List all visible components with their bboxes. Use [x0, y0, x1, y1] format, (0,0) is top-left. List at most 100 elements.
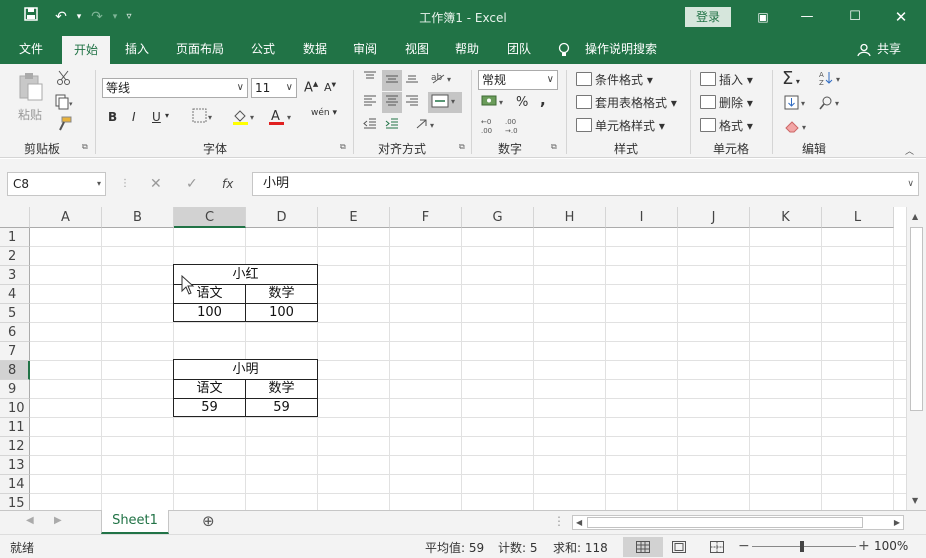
underline-button[interactable]: U [152, 110, 161, 124]
cell-c9[interactable]: 语文 [174, 379, 245, 398]
row-header-13[interactable]: 13 [0, 456, 30, 475]
fill-icon[interactable]: ▾ [784, 95, 810, 114]
column-header-l[interactable]: L [822, 207, 894, 228]
copy-icon[interactable]: ▾ [54, 94, 74, 113]
orientation-icon[interactable]: ab ▾ [430, 70, 456, 89]
wrap-text-icon[interactable]: ▾ [414, 116, 440, 135]
column-header-g[interactable]: G [462, 207, 534, 228]
row-header-12[interactable]: 12 [0, 437, 30, 456]
grow-font-button[interactable]: A▲ [304, 80, 318, 95]
column-header-a[interactable]: A [30, 207, 102, 228]
cell-c3-title[interactable]: 小红 [174, 265, 317, 284]
column-header-f[interactable]: F [390, 207, 462, 228]
accounting-format-icon[interactable]: ▾ [481, 94, 509, 113]
tab-file[interactable]: 文件 [10, 34, 52, 64]
column-header-e[interactable]: E [318, 207, 390, 228]
clear-icon[interactable]: ▾ [784, 118, 812, 137]
decrease-indent-icon[interactable] [362, 117, 378, 134]
tab-home[interactable]: 开始 [62, 36, 110, 64]
zoom-out-icon[interactable]: − [738, 538, 750, 554]
row-header-14[interactable]: 14 [0, 475, 30, 494]
zoom-in-icon[interactable]: + [858, 538, 870, 554]
tab-formulas[interactable]: 公式 [242, 34, 284, 64]
row-header-8[interactable]: 8 [0, 361, 30, 380]
tab-team[interactable]: 团队 [498, 34, 540, 64]
find-select-icon[interactable]: ▾ [818, 95, 844, 114]
next-sheet-icon[interactable]: ▶ [54, 515, 62, 526]
add-sheet-icon[interactable]: ⊕ [202, 512, 215, 530]
enter-icon[interactable]: ✓ [186, 172, 198, 196]
zoom-level[interactable]: 100% [874, 539, 908, 553]
share-button[interactable]: 共享 [873, 34, 905, 64]
scroll-left-icon[interactable]: ◀ [576, 516, 582, 529]
cell-c8-title[interactable]: 小明 [174, 360, 317, 379]
paste-button[interactable]: 粘贴 [18, 106, 42, 123]
cancel-icon[interactable]: ✕ [150, 172, 162, 196]
scroll-up-icon[interactable]: ▲ [912, 212, 918, 221]
alignment-launcher-icon[interactable]: ⧉ [459, 142, 465, 152]
tell-me-search[interactable]: 操作说明搜索 [580, 34, 662, 64]
column-header-h[interactable]: H [534, 207, 606, 228]
merge-center-icon[interactable]: ▾ [428, 92, 462, 113]
page-break-view-icon[interactable] [710, 541, 724, 556]
row-header-15[interactable]: 15 [0, 494, 30, 510]
format-cells-button[interactable]: 格式 ▾ [700, 117, 753, 134]
tab-data[interactable]: 数据 [294, 34, 336, 64]
scrollbar-thumb[interactable] [587, 517, 863, 528]
insert-cells-button[interactable]: 插入 ▾ [700, 71, 753, 88]
row-header-4[interactable]: 4 [0, 285, 30, 304]
align-center-icon[interactable] [382, 92, 402, 113]
decrease-decimal-icon[interactable]: .00 →.0 [504, 117, 524, 138]
align-middle-icon[interactable] [382, 70, 402, 91]
conditional-formatting-button[interactable]: 条件格式 ▾ [576, 71, 653, 88]
column-header-k[interactable]: K [750, 207, 822, 228]
cell-c10[interactable]: 59 [174, 398, 245, 417]
align-right-icon[interactable] [404, 94, 420, 111]
align-top-icon[interactable] [362, 70, 378, 87]
scroll-down-icon[interactable]: ▼ [912, 496, 918, 505]
name-box[interactable]: C8 ▾ [7, 172, 106, 196]
tab-review[interactable]: 审阅 [344, 34, 386, 64]
scroll-right-icon[interactable]: ▶ [894, 516, 900, 529]
column-header-d[interactable]: D [246, 207, 318, 228]
tab-help[interactable]: 帮助 [446, 34, 488, 64]
tab-view[interactable]: 视图 [396, 34, 438, 64]
cut-icon[interactable] [56, 70, 72, 89]
minimize-icon[interactable]: — [796, 6, 818, 28]
percent-button[interactable]: % [516, 95, 528, 110]
page-layout-view-icon[interactable] [672, 541, 686, 556]
shrink-font-button[interactable]: A▼ [324, 81, 336, 94]
column-header-c[interactable]: C [174, 207, 246, 228]
column-header-j[interactable]: J [678, 207, 750, 228]
comma-button[interactable]: , [540, 91, 546, 109]
insert-function-button[interactable]: fx [222, 172, 233, 196]
paste-icon[interactable] [16, 72, 44, 105]
autosum-icon[interactable]: Σ ▾ [782, 68, 800, 89]
ribbon-display-icon[interactable]: ▣ [752, 6, 774, 28]
underline-dropdown-icon[interactable]: ▾ [165, 111, 169, 120]
number-format-select[interactable]: 常规 ∨ [478, 70, 558, 90]
clipboard-launcher-icon[interactable]: ⧉ [82, 142, 88, 152]
format-painter-icon[interactable] [56, 116, 72, 135]
tab-insert[interactable]: 插入 [116, 34, 158, 64]
phonetic-button[interactable]: wén ▾ [311, 108, 337, 118]
normal-view-button[interactable] [623, 537, 663, 557]
prev-sheet-icon[interactable]: ◀ [26, 515, 34, 526]
login-button[interactable]: 登录 [685, 7, 731, 27]
bold-button[interactable]: B [108, 110, 117, 124]
font-color-icon[interactable]: A ▾ [268, 108, 296, 129]
row-header-5[interactable]: 5 [0, 304, 30, 323]
sheet-tab-sheet1[interactable]: Sheet1 [101, 510, 169, 534]
font-launcher-icon[interactable]: ⧉ [340, 142, 346, 152]
align-bottom-icon[interactable] [404, 70, 420, 87]
format-as-table-button[interactable]: 套用表格格式 ▾ [576, 94, 677, 111]
number-launcher-icon[interactable]: ⧉ [551, 142, 557, 152]
borders-icon[interactable]: ▾ [192, 108, 216, 127]
select-all-corner[interactable] [0, 207, 30, 228]
cell-d9[interactable]: 数学 [246, 379, 317, 398]
align-left-icon[interactable] [362, 94, 378, 111]
cell-c5[interactable]: 100 [174, 303, 245, 322]
delete-cells-button[interactable]: 删除 ▾ [700, 94, 753, 111]
italic-button[interactable]: I [132, 110, 136, 124]
scrollbar-thumb[interactable] [910, 227, 923, 411]
